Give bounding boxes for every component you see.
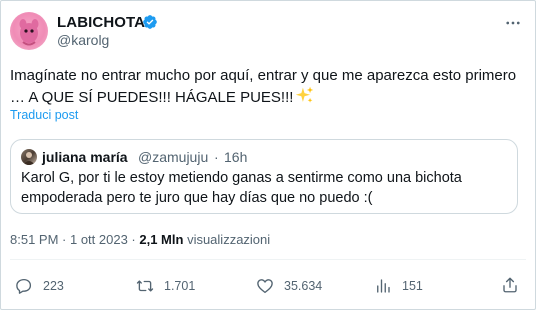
retweet-count: 1.701 (164, 279, 196, 293)
reply-icon (16, 278, 32, 294)
retweet-button[interactable]: 1.701 (136, 276, 195, 296)
quote-text: Karol G, por ti le estoy metiendo ganas … (21, 170, 462, 206)
divider (10, 259, 526, 260)
analytics-count: 151 (402, 279, 423, 293)
more-options-button[interactable] (503, 13, 523, 33)
quote-author-avatar (21, 149, 37, 165)
tweet-card: LABICHOTA @karolg Imagínate no entrar mu… (0, 0, 536, 310)
views-analytics-button[interactable]: 151 (374, 276, 423, 296)
like-count: 35.634 (284, 279, 323, 293)
meta-separator: · (58, 232, 70, 247)
author-avatar[interactable] (10, 12, 48, 50)
tweet-date[interactable]: 1 ott 2023 (70, 232, 128, 247)
tweet-time[interactable]: 8:51 PM (10, 232, 58, 247)
share-icon (503, 277, 517, 293)
views-count: 2,1 Mln (139, 232, 184, 247)
retweet-icon (136, 280, 154, 292)
quote-author-name: juliana maría (42, 149, 128, 165)
author-display-name[interactable]: LABICHOTA (57, 14, 145, 31)
heart-icon (257, 279, 273, 294)
quote-separator: · (214, 149, 219, 165)
like-button[interactable]: 35.634 (256, 276, 322, 296)
avatar-illustration (19, 19, 39, 46)
verified-badge-icon (143, 15, 157, 29)
quote-timestamp: 16h (224, 149, 248, 165)
reply-button[interactable]: 223 (15, 276, 64, 296)
tweet-body: Imagínate no entrar mucho por aquí, entr… (10, 67, 517, 106)
author-handle[interactable]: @karolg (57, 32, 109, 48)
quoted-tweet[interactable]: juliana maría @zamujuju · 16h Karol G, p… (10, 139, 518, 214)
more-dots-icon (506, 21, 520, 25)
meta-separator: · (127, 232, 140, 247)
tweet-meta: 8:51 PM · 1 ott 2023 · 2,1 Mln visualizz… (10, 232, 270, 247)
quote-author-handle: @zamujuju (138, 149, 209, 165)
reply-count: 223 (43, 279, 64, 293)
analytics-bar-icon (377, 279, 390, 293)
sparkles-icon (295, 86, 314, 111)
share-button[interactable] (501, 275, 519, 295)
translate-post-link[interactable]: Traduci post (10, 108, 78, 122)
tweet-text: Imagínate no entrar mucho por aquí, entr… (10, 65, 525, 111)
views-label: visualizzazioni (183, 232, 271, 247)
